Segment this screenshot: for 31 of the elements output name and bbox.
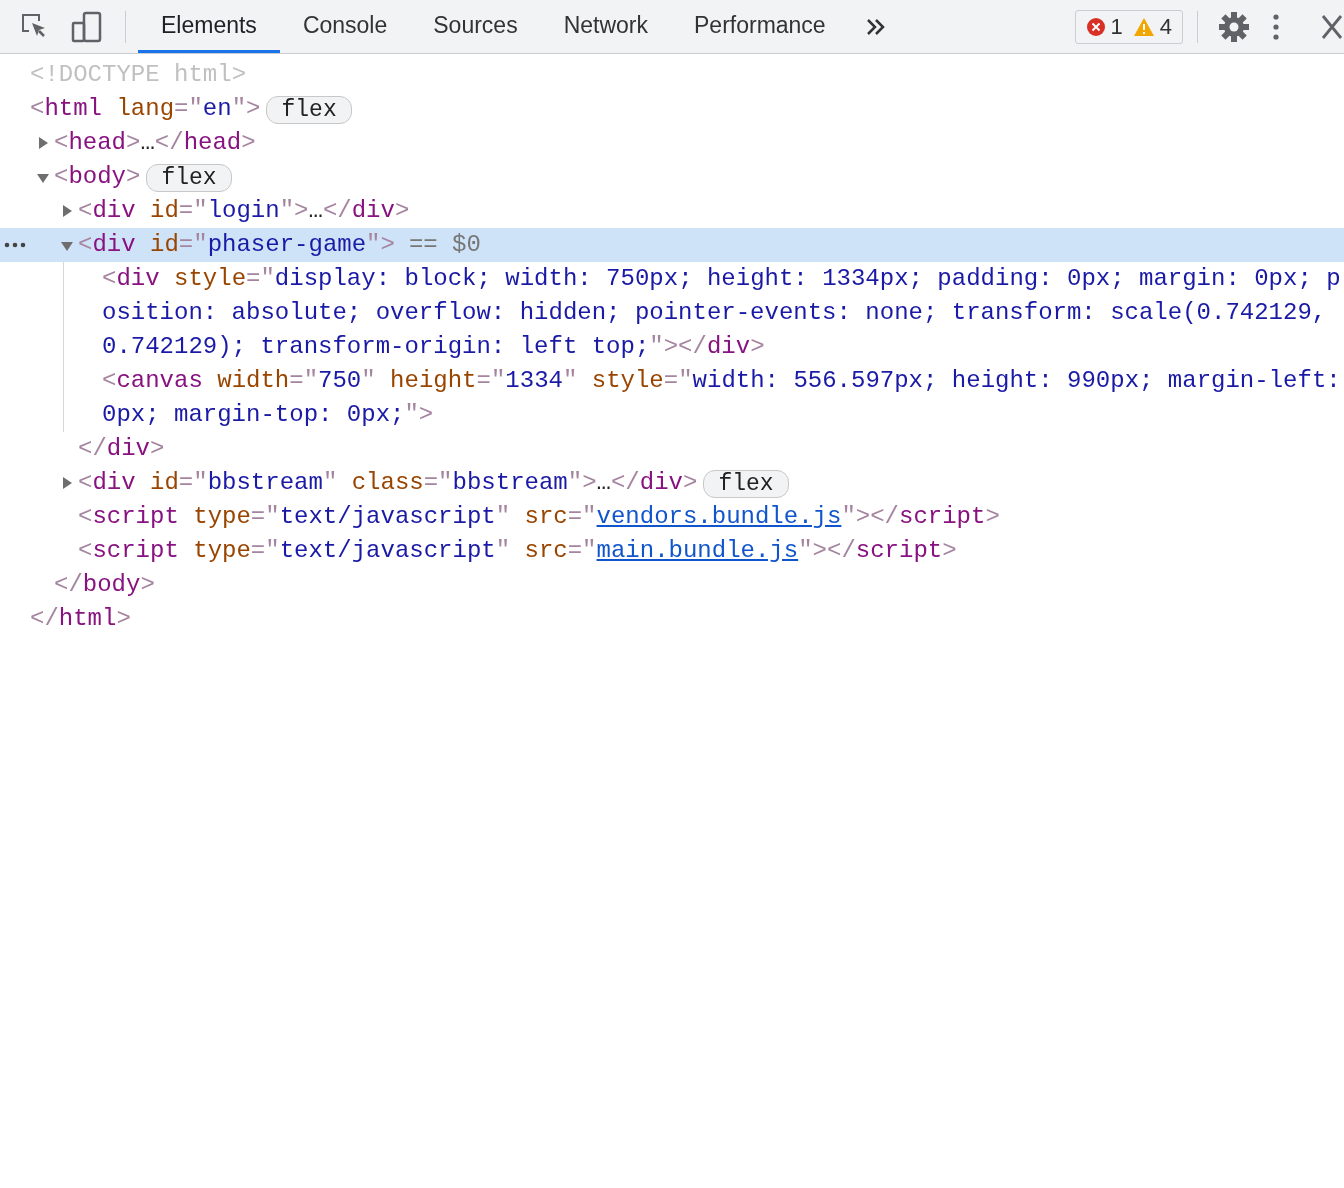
panel-tab[interactable]: Network [540,0,671,53]
settings-icon[interactable] [1218,10,1250,43]
dom-node[interactable]: <script type="text/javascript" src="main.bundle.js"></script> [78,534,957,568]
warning-icon [1132,16,1155,37]
panel-tab[interactable]: Elements [138,0,280,53]
device-toolbar-icon[interactable] [71,10,103,43]
panel-tab[interactable]: Performance [671,0,849,53]
dom-node[interactable]: <html lang="en"> [30,92,261,126]
closing-tag[interactable]: </div> [78,432,165,466]
closing-tag[interactable]: </html> [30,602,131,636]
panel-tab[interactable]: Console [279,0,411,53]
dom-node[interactable]: <div id="login">…</div> [78,194,410,228]
dom-node[interactable]: <div id="bbstream" class="bbstream">…</div> [78,466,698,500]
file-link[interactable]: vendors.bundle.js [596,503,842,530]
dom-node[interactable]: <script type="text/javascript" src="vendors.bundle.js"></script> [78,500,1000,534]
more-actions-icon[interactable] [4,242,26,248]
dom-node[interactable]: <div id="phaser-game"> [78,228,395,262]
dom-node[interactable]: <body> [54,160,141,194]
selected-row-highlight[interactable]: <div id="phaser-game"> == $0 [0,228,1344,262]
file-link[interactable]: main.bundle.js [596,537,799,564]
flex-badge[interactable]: flex [266,96,352,124]
error-icon [1085,16,1106,37]
flex-badge[interactable]: flex [146,164,232,192]
dom-node[interactable]: <canvas width="750" height="1334" style="width: 556.597px; height: 990px; margin-left: 0px; margin-top: 0px;"> [102,364,1344,432]
closing-tag[interactable]: </body> [54,568,155,602]
panel-tab[interactable]: Sources [410,0,541,53]
flex-badge[interactable]: flex [703,470,789,498]
selected-node-marker: == $0 [408,230,481,260]
issues-counter[interactable]: 1 4 [1074,9,1183,44]
dom-node[interactable]: <div style="display: block; width: 750px; height: 1334px; padding: 0px; margin: 0px; position: absolute; overflow: hidden; pointer-events: none; transform: scale(0.742129, 0.742129); transform-origin: left top;"></div> [102,262,1344,364]
dom-node[interactable]: <head>…</head> [54,126,256,160]
